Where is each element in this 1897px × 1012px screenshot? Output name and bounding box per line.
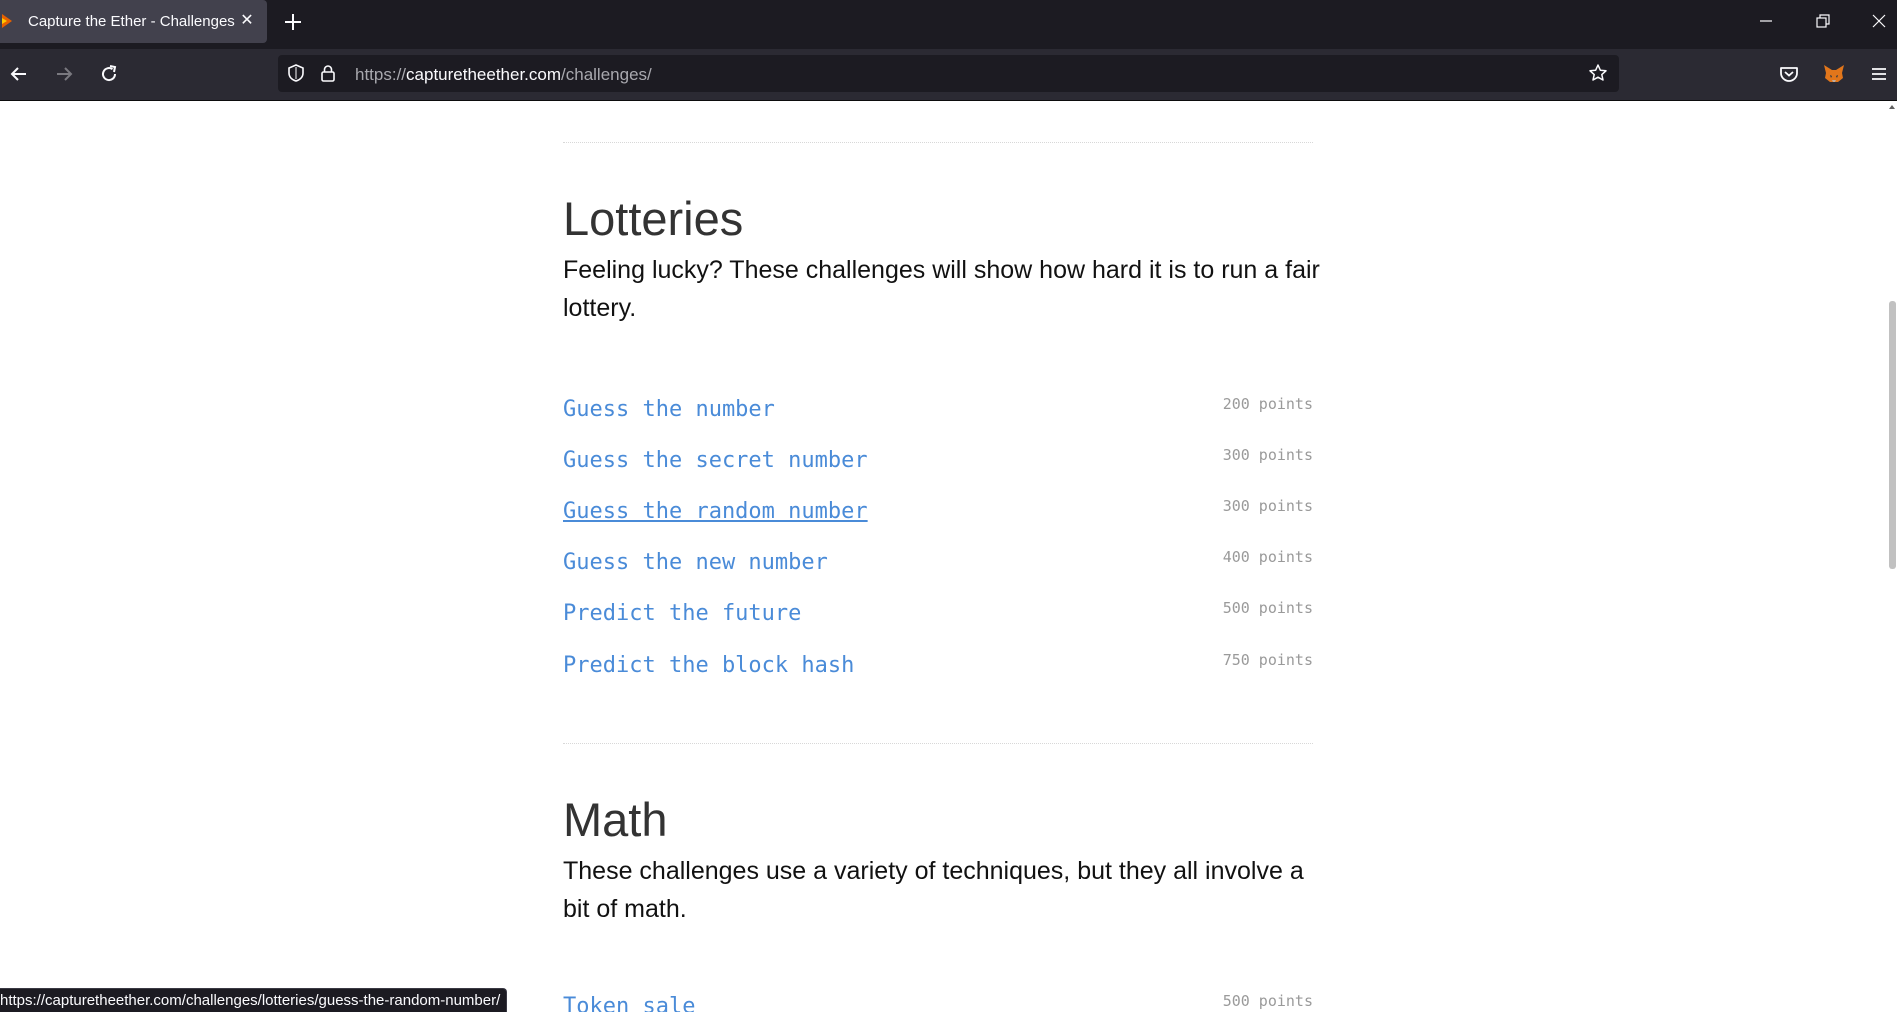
math-description: These challenges use a variety of techni…	[563, 857, 1304, 923]
lotteries-heading: Lotteries	[563, 192, 744, 245]
url-host: capturetheether.com	[406, 65, 562, 84]
scroll-up-arrow-icon[interactable]	[1889, 105, 1895, 109]
section-divider	[563, 142, 1313, 143]
shield-icon[interactable]	[286, 63, 306, 83]
tab-strip: Capture the Ether - Challenges ✕	[0, 0, 1897, 49]
browser-window: Capture the Ether - Challenges ✕ https:/…	[0, 0, 1897, 1012]
restore-icon[interactable]	[1812, 10, 1834, 32]
reload-icon[interactable]	[96, 61, 122, 87]
navigation-bar: https://capturetheether.com/challenges/	[0, 49, 1897, 101]
forward-arrow-icon[interactable]	[51, 61, 77, 87]
challenge-link-predict-the-future[interactable]: Predict the future	[563, 601, 801, 626]
link-status-bar: https://capturetheether.com/challenges/l…	[0, 988, 508, 1012]
page-content: Lotteries Feeling lucky? These challenge…	[0, 101, 1887, 1012]
challenge-points: 750 points	[1222, 651, 1313, 669]
lock-icon[interactable]	[318, 63, 338, 83]
challenge-link-guess-the-number[interactable]: Guess the number	[563, 397, 775, 422]
url-text[interactable]: https://capturetheether.com/challenges/	[355, 65, 652, 85]
metamask-fox-icon[interactable]	[1821, 61, 1847, 87]
challenge-points: 400 points	[1222, 548, 1313, 566]
math-heading: Math	[563, 793, 668, 846]
challenge-row: Guess the secret number 300 points	[563, 446, 1313, 488]
minimize-icon[interactable]	[1755, 10, 1777, 32]
page-scrollbar[interactable]	[1887, 101, 1897, 1012]
tab-title: Capture the Ether - Challenges	[28, 13, 235, 30]
hamburger-menu-icon[interactable]	[1866, 61, 1892, 87]
challenge-row: Token sale 500 points	[563, 992, 1313, 1012]
star-icon[interactable]	[1588, 63, 1608, 83]
window-close-icon[interactable]	[1868, 10, 1890, 32]
pocket-icon[interactable]	[1776, 61, 1802, 87]
lotteries-description: Feeling lucky? These challenges will sho…	[563, 256, 1320, 322]
challenge-points: 500 points	[1222, 992, 1313, 1010]
scroll-thumb[interactable]	[1889, 301, 1896, 569]
challenge-link-guess-the-random-number[interactable]: Guess the random number	[563, 499, 868, 524]
firefox-favicon-icon	[2, 14, 12, 28]
url-path: /challenges/	[561, 65, 652, 84]
challenge-row: Guess the new number 400 points	[563, 548, 1313, 590]
tab-capture-the-ether[interactable]: Capture the Ether - Challenges ✕	[0, 0, 267, 43]
challenge-row: Guess the number 200 points	[563, 395, 1313, 437]
new-tab-plus-icon[interactable]	[281, 10, 305, 34]
challenge-points: 200 points	[1222, 395, 1313, 413]
url-bar[interactable]: https://capturetheether.com/challenges/	[278, 55, 1619, 92]
challenge-points: 300 points	[1222, 497, 1313, 515]
challenge-link-token-sale[interactable]: Token sale	[563, 994, 695, 1012]
section-divider	[563, 743, 1313, 744]
challenge-link-predict-the-block-hash[interactable]: Predict the block hash	[563, 653, 854, 678]
challenge-link-guess-the-new-number[interactable]: Guess the new number	[563, 550, 828, 575]
challenge-points: 500 points	[1222, 599, 1313, 617]
url-protocol: https://	[355, 65, 407, 84]
challenge-points: 300 points	[1222, 446, 1313, 464]
challenge-link-guess-the-secret-number[interactable]: Guess the secret number	[563, 448, 868, 473]
challenge-row: Predict the block hash 750 points	[563, 651, 1313, 693]
tab-close-icon[interactable]: ✕	[238, 12, 256, 30]
back-arrow-icon[interactable]	[6, 61, 32, 87]
challenge-row: Guess the random number 300 points	[563, 497, 1313, 539]
challenge-row: Predict the future 500 points	[563, 599, 1313, 641]
